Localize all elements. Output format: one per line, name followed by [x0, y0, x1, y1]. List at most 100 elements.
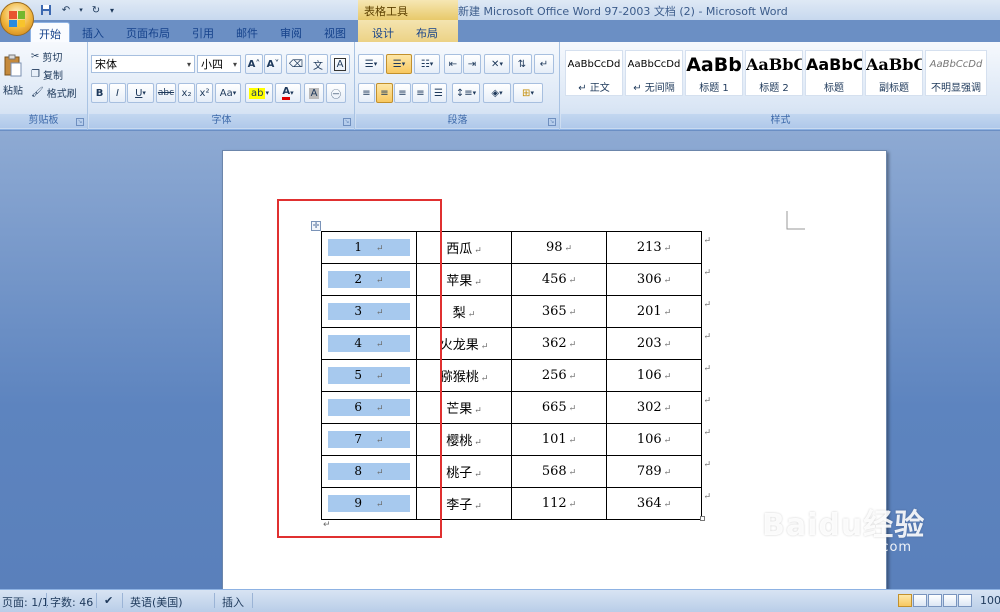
dialog-launcher-icon[interactable]: ↘	[548, 118, 556, 126]
page-count[interactable]: 页面: 1/1	[2, 594, 49, 610]
table-row[interactable]: 8 ↵ 桃子 ↵ 568 ↵ 789 ↵ ↵	[321, 455, 711, 488]
undo-icon[interactable]: ↶	[58, 2, 74, 18]
table-cell-number[interactable]: 1 ↵	[321, 231, 417, 264]
style-subtitle[interactable]: AaBbC 副标题	[865, 50, 923, 96]
shading-button[interactable]: ◈ ▾	[483, 83, 511, 103]
cut-button[interactable]: ✂ 剪切	[30, 46, 84, 66]
language-indicator[interactable]: 英语(美国)	[130, 594, 183, 610]
highlight-button[interactable]: ab ▾	[245, 83, 273, 103]
table-cell-value-a[interactable]: 568 ↵	[511, 455, 607, 488]
tab-layout[interactable]: 布局	[408, 22, 446, 42]
draft-view-icon[interactable]	[958, 594, 972, 607]
table-cell-name[interactable]: 苹果 ↵	[416, 263, 512, 296]
subscript-button[interactable]: x₂	[178, 83, 195, 103]
table-cell-number[interactable]: 3 ↵	[321, 295, 417, 328]
table-cell-value-a[interactable]: 456 ↵	[511, 263, 607, 296]
style-heading-2[interactable]: AaBbC 标题 2	[745, 50, 803, 96]
table-cell-value-a[interactable]: 665 ↵	[511, 391, 607, 424]
style-title[interactable]: AaBbC 标题	[805, 50, 863, 96]
table-cell-name[interactable]: 樱桃 ↵	[416, 423, 512, 456]
table-row[interactable]: 1 ↵ 西瓜 ↵ 98 ↵ 213 ↵ ↵	[321, 231, 711, 264]
tab-review[interactable]: 审阅	[272, 22, 310, 42]
table-row[interactable]: 3 ↵ 梨 ↵ 365 ↵ 201 ↵ ↵	[321, 295, 711, 328]
borders-button[interactable]: ⊞ ▾	[513, 83, 543, 103]
style-normal[interactable]: AaBbCcDd ↵ 正文	[565, 50, 623, 96]
table-cell-name[interactable]: 西瓜 ↵	[416, 231, 512, 264]
align-left-button[interactable]: ≡	[358, 83, 375, 103]
table-cell-value-b[interactable]: 201 ↵ ↵	[606, 295, 711, 328]
save-icon[interactable]	[38, 2, 54, 18]
table-cell-value-a[interactable]: 112 ↵	[511, 487, 607, 520]
style-subtle-emphasis[interactable]: AaBbCcDd 不明显强调	[925, 50, 987, 96]
character-border-button[interactable]: A	[330, 54, 350, 74]
style-no-spacing[interactable]: AaBbCcDd ↵ 无间隔	[625, 50, 683, 96]
word-count[interactable]: 字数: 46	[50, 594, 93, 610]
table-cell-number[interactable]: 6 ↵	[321, 391, 417, 424]
table-resize-handle[interactable]	[700, 516, 705, 521]
tab-view[interactable]: 视图	[316, 22, 354, 42]
copy-button[interactable]: ❐ 复制	[30, 64, 84, 84]
table-cell-number[interactable]: 7 ↵	[321, 423, 417, 456]
grow-font-button[interactable]: A˄	[245, 54, 263, 74]
outline-view-icon[interactable]	[943, 594, 957, 607]
insert-mode-indicator[interactable]: 插入	[222, 594, 244, 610]
data-table[interactable]: 1 ↵ 西瓜 ↵ 98 ↵ 213 ↵ ↵ 2 ↵ 苹果 ↵ 456 ↵ 306 ↵ ↵ 3 ↵ 梨 ↵ 365 ↵ 201 ↵ ↵…	[321, 231, 711, 520]
italic-button[interactable]: I	[109, 83, 126, 103]
table-row[interactable]: 2 ↵ 苹果 ↵ 456 ↵ 306 ↵ ↵	[321, 263, 711, 296]
tab-insert[interactable]: 插入	[74, 22, 112, 42]
table-cell-name[interactable]: 猕猴桃 ↵	[416, 359, 512, 392]
show-hide-marks-button[interactable]: ↵	[534, 54, 554, 74]
proofing-check-icon[interactable]: ✔	[104, 594, 113, 607]
redo-icon[interactable]: ↻	[88, 2, 104, 18]
full-screen-reading-view-icon[interactable]	[913, 594, 927, 607]
table-cell-value-a[interactable]: 256 ↵	[511, 359, 607, 392]
numbering-button[interactable]: ☰ ▾	[386, 54, 412, 74]
change-case-button[interactable]: Aa ▾	[215, 83, 241, 103]
tab-design[interactable]: 设计	[364, 22, 402, 42]
bullets-button[interactable]: ☰ ▾	[358, 54, 384, 74]
table-cell-number[interactable]: 2 ↵	[321, 263, 417, 296]
table-cell-value-b[interactable]: 106 ↵ ↵	[606, 423, 711, 456]
customize-qat-icon[interactable]: ▾	[108, 2, 116, 18]
table-cell-number[interactable]: 8 ↵	[321, 455, 417, 488]
table-cell-value-b[interactable]: 106 ↵ ↵	[606, 359, 711, 392]
table-cell-value-b[interactable]: 213 ↵ ↵	[606, 231, 711, 264]
print-layout-view-icon[interactable]	[898, 594, 912, 607]
font-name-combo[interactable]: 宋体 ▾	[91, 55, 195, 73]
table-cell-name[interactable]: 梨 ↵	[416, 295, 512, 328]
shrink-font-button[interactable]: A˅	[264, 54, 282, 74]
table-cell-value-a[interactable]: 101 ↵	[511, 423, 607, 456]
table-cell-value-b[interactable]: 306 ↵ ↵	[606, 263, 711, 296]
table-cell-name[interactable]: 李子 ↵	[416, 487, 512, 520]
underline-button[interactable]: U ▾	[127, 83, 154, 103]
tab-mailings[interactable]: 邮件	[228, 22, 266, 42]
table-cell-value-b[interactable]: 364 ↵ ↵	[606, 487, 711, 520]
tab-page-layout[interactable]: 页面布局	[118, 22, 178, 42]
tab-references[interactable]: 引用	[184, 22, 222, 42]
style-heading-1[interactable]: AaBb 标题 1	[685, 50, 743, 96]
table-cell-value-a[interactable]: 362 ↵	[511, 327, 607, 360]
phonetic-guide-button[interactable]: 文	[308, 54, 328, 74]
font-size-combo[interactable]: 小四 ▾	[197, 55, 241, 73]
table-cell-number[interactable]: 4 ↵	[321, 327, 417, 360]
align-right-button[interactable]: ≡	[394, 83, 411, 103]
dropdown-arrow-icon[interactable]: ▾	[78, 2, 84, 18]
format-painter-button[interactable]: 🖌 格式刷	[30, 82, 86, 102]
character-shading-button[interactable]: A	[304, 83, 324, 103]
dialog-launcher-icon[interactable]: ↘	[343, 118, 351, 126]
table-cell-number[interactable]: 9 ↵	[321, 487, 417, 520]
decrease-indent-button[interactable]: ⇤	[444, 54, 462, 74]
table-row[interactable]: 4 ↵ 火龙果 ↵ 362 ↵ 203 ↵ ↵	[321, 327, 711, 360]
table-cell-value-b[interactable]: 203 ↵ ↵	[606, 327, 711, 360]
enclose-characters-button[interactable]: ㊀	[326, 83, 346, 103]
table-move-handle-icon[interactable]: ✛	[311, 221, 321, 231]
table-row[interactable]: 7 ↵ 樱桃 ↵ 101 ↵ 106 ↵ ↵	[321, 423, 711, 456]
table-row[interactable]: 9 ↵ 李子 ↵ 112 ↵ 364 ↵ ↵	[321, 487, 711, 520]
table-row[interactable]: 6 ↵ 芒果 ↵ 665 ↵ 302 ↵ ↵	[321, 391, 711, 424]
office-button[interactable]	[0, 2, 34, 36]
bold-button[interactable]: B	[91, 83, 108, 103]
table-cell-name[interactable]: 桃子 ↵	[416, 455, 512, 488]
font-color-button[interactable]: A ▾	[275, 83, 301, 103]
table-row[interactable]: 5 ↵ 猕猴桃 ↵ 256 ↵ 106 ↵ ↵	[321, 359, 711, 392]
table-cell-value-a[interactable]: 98 ↵	[511, 231, 607, 264]
